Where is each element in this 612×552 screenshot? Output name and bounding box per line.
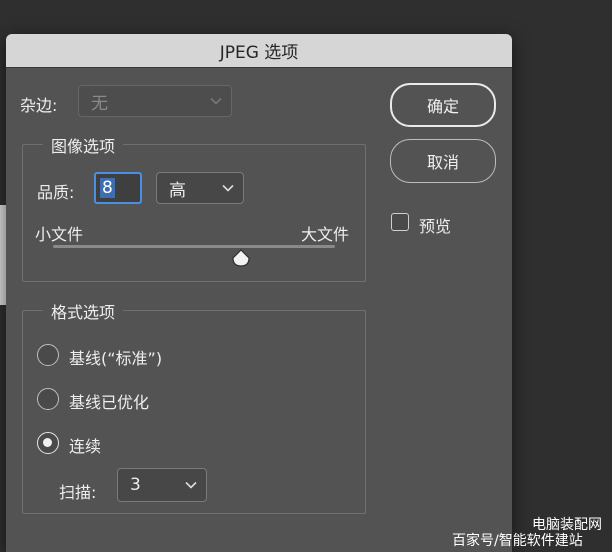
dialog-titlebar[interactable]: JPEG 选项	[6, 34, 512, 68]
cancel-button[interactable]: 取消	[390, 139, 496, 183]
format-options-title: 格式选项	[43, 299, 124, 323]
matte-value: 无	[91, 93, 108, 114]
preview-checkbox[interactable]	[391, 213, 409, 231]
scan-value: 3	[130, 475, 141, 495]
large-file-label: 大文件	[301, 225, 350, 244]
dialog-title: JPEG 选项	[219, 43, 299, 63]
chevron-down-icon	[185, 481, 197, 489]
quality-level-value: 高	[169, 180, 186, 201]
small-file-label: 小文件	[35, 225, 84, 244]
scan-label: 扫描:	[59, 483, 97, 502]
image-options-group: 图像选项 品质: 8 高 小文件 大文件	[22, 133, 366, 282]
quality-slider-thumb-icon[interactable]	[231, 249, 251, 269]
format-options-group: 格式选项 基线(“标准”) 基线已优化 连续 扫描: 3	[22, 299, 366, 514]
radio-baseline-optimized[interactable]	[37, 388, 59, 410]
image-options-title: 图像选项	[43, 133, 124, 157]
scan-select[interactable]: 3	[117, 468, 207, 502]
radio-baseline-standard-label: 基线(“标准”)	[69, 349, 163, 368]
matte-label: 杂边:	[20, 96, 58, 115]
radio-progressive-label: 连续	[69, 437, 102, 456]
quality-slider-track[interactable]	[53, 245, 335, 248]
ok-button-label: 确定	[426, 97, 459, 116]
quality-label: 品质:	[37, 183, 75, 202]
jpeg-options-dialog: JPEG 选项 杂边: 无 图像选项 品质: 8 高 小文件 大文件 格式选项	[6, 34, 512, 552]
radio-baseline-standard[interactable]	[37, 344, 59, 366]
quality-level-select[interactable]: 高	[156, 172, 244, 204]
chevron-down-icon	[210, 97, 222, 105]
quality-input[interactable]: 8	[94, 172, 142, 204]
ok-button[interactable]: 确定	[390, 83, 496, 127]
watermark-bottom: 百家号/智能软件建站	[452, 533, 583, 549]
matte-select[interactable]: 无	[78, 85, 232, 117]
cancel-button-label: 取消	[426, 153, 459, 172]
preview-label: 预览	[419, 217, 452, 236]
chevron-down-icon	[222, 184, 234, 192]
radio-baseline-optimized-label: 基线已优化	[69, 393, 150, 412]
quality-value: 8	[100, 178, 115, 198]
radio-progressive[interactable]	[37, 432, 59, 454]
